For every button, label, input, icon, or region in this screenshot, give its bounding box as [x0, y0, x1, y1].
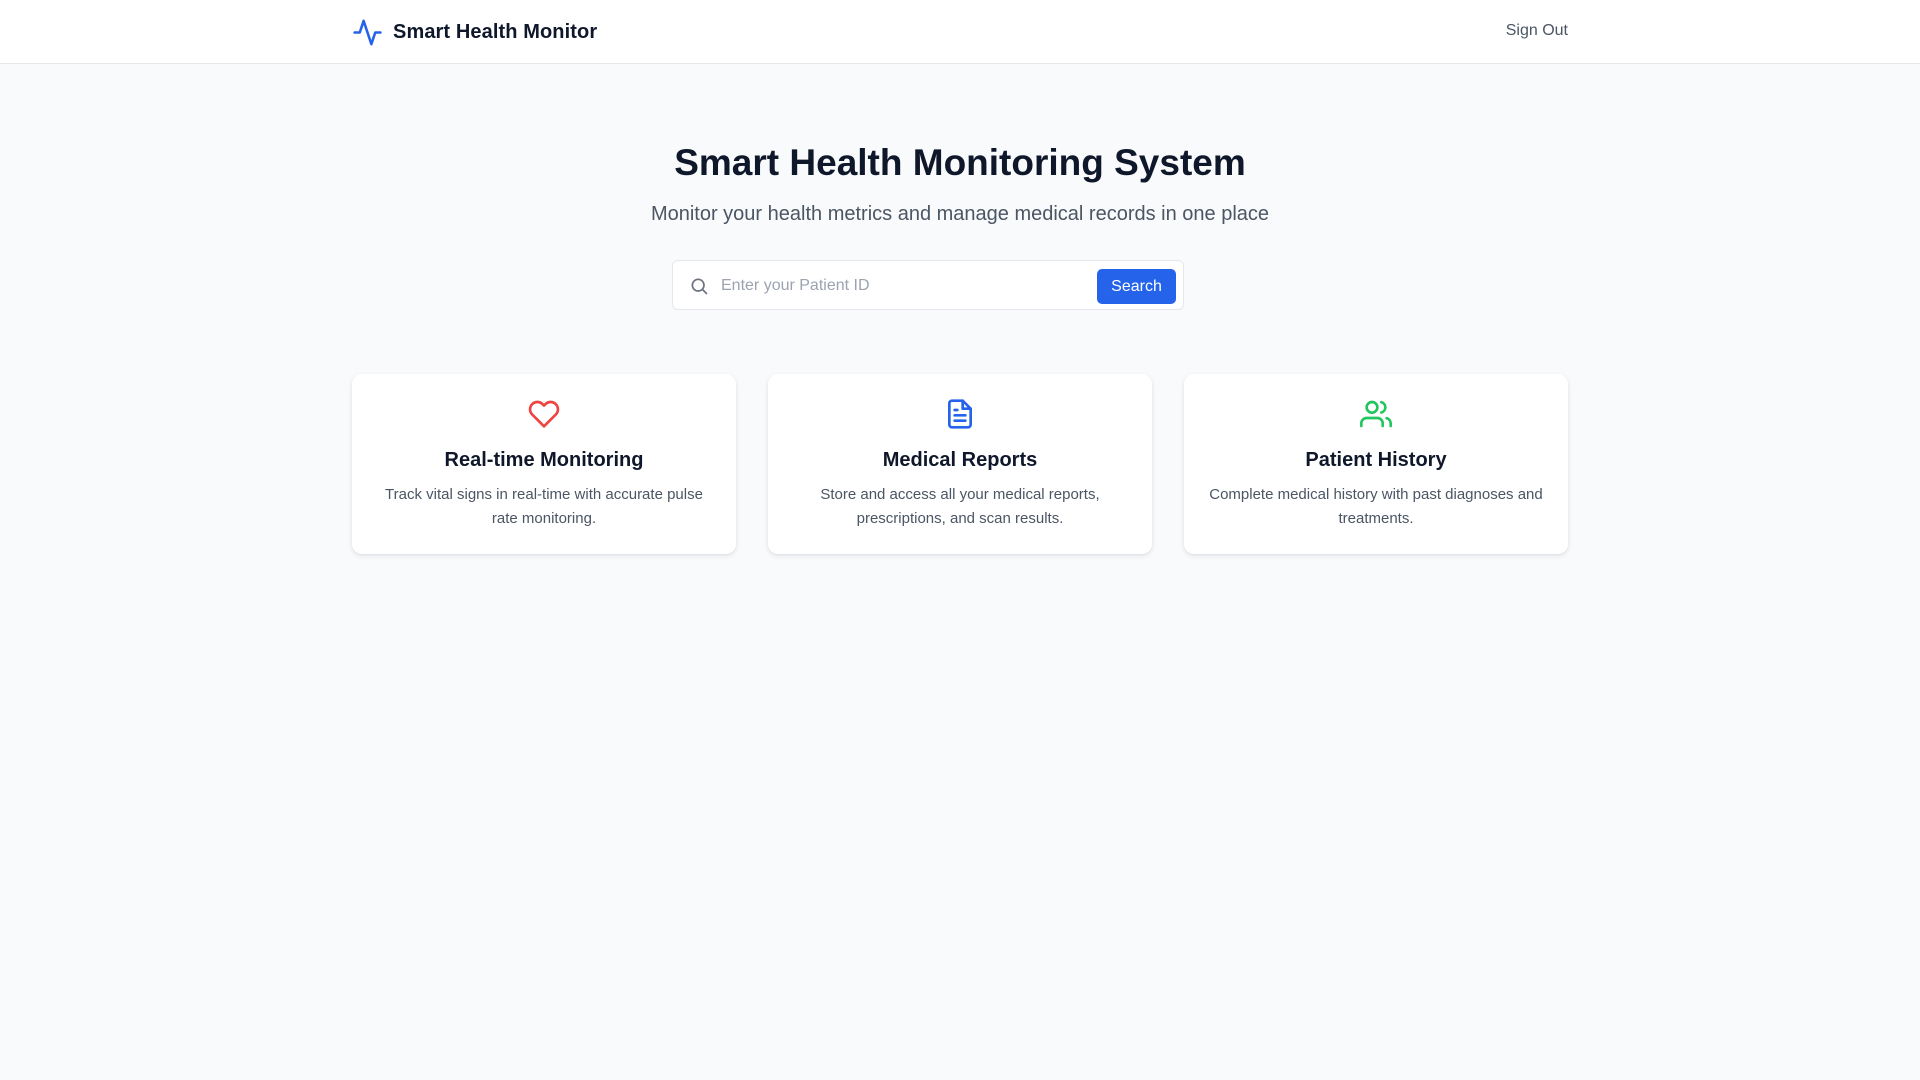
- brand-name: Smart Health Monitor: [393, 20, 598, 43]
- file-text-icon: [948, 399, 972, 429]
- card-title: Patient History: [1305, 449, 1447, 471]
- heart-icon: [528, 400, 560, 428]
- card-description: Complete medical history with past diagn…: [1209, 486, 1543, 527]
- activity-pulse-icon: [353, 19, 382, 45]
- card-title: Real-time Monitoring: [444, 449, 644, 471]
- card-title: Medical Reports: [882, 449, 1038, 471]
- card-description: Track vital signs in real-time with accu…: [385, 486, 703, 527]
- feature-card-patient-history: Patient History Complete medical history…: [1184, 374, 1568, 554]
- page-subtitle: Monitor your health metrics and manage m…: [650, 203, 1270, 225]
- feature-card-realtime-monitoring: Real-time Monitoring Track vital signs i…: [352, 374, 736, 554]
- patient-search-bar: Search: [672, 260, 1184, 310]
- brand[interactable]: Smart Health Monitor: [352, 17, 597, 47]
- card-description: Store and access all your medical report…: [820, 486, 1100, 527]
- feature-cards: Real-time Monitoring Track vital signs i…: [352, 374, 1568, 554]
- page-title: Smart Health Monitoring System: [674, 142, 1246, 183]
- top-navbar: Smart Health Monitor Sign Out: [0, 0, 1920, 64]
- search-icon: [691, 278, 708, 295]
- users-icon: [1360, 400, 1392, 428]
- search-button[interactable]: Search: [1097, 269, 1176, 304]
- sign-out-link[interactable]: Sign Out: [1506, 22, 1568, 40]
- feature-card-medical-reports: Medical Reports Store and access all you…: [768, 374, 1152, 554]
- patient-id-input[interactable]: [721, 271, 1061, 301]
